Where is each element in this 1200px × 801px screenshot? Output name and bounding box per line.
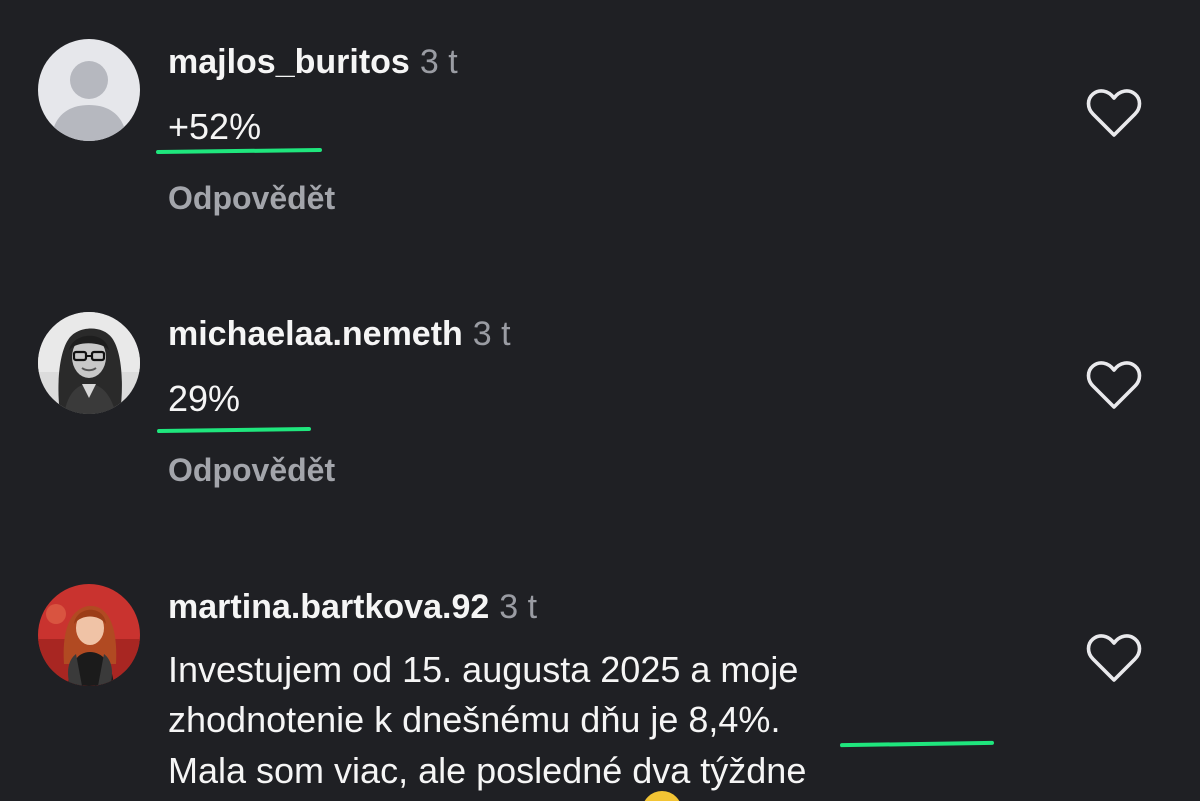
person-silhouette-icon — [38, 39, 140, 141]
comment-text: +52% — [168, 106, 262, 147]
like-button[interactable] — [1085, 360, 1143, 412]
heart-outline-icon — [1086, 361, 1142, 409]
highlight-underline — [839, 740, 995, 748]
reply-button[interactable]: Odpovědět — [168, 178, 335, 218]
avatar[interactable] — [38, 584, 140, 686]
reply-button[interactable]: Odpovědět — [168, 450, 335, 490]
user-photo-icon — [38, 312, 140, 414]
highlight-underline — [155, 147, 323, 155]
username[interactable]: michaelaa.nemeth — [168, 315, 463, 353]
comment-text: 29% — [168, 378, 241, 419]
heart-outline-icon — [1086, 634, 1142, 682]
avatar[interactable] — [38, 312, 140, 414]
user-photo-icon — [38, 584, 140, 686]
comment-header: martina.bartkova.92 3 t — [168, 587, 537, 627]
comment-text-line: zhodnotenie k dnešnému dňu je 8,4%. — [168, 699, 781, 740]
comment-text-line: Investujem od 15. augusta 2025 a moje — [168, 649, 799, 690]
comment-header: michaelaa.nemeth 3 t — [168, 314, 511, 354]
username[interactable]: majlos_buritos — [168, 43, 410, 81]
like-button[interactable] — [1085, 88, 1143, 140]
comment-text-line: Mala som viac, ale posledné dva týždne — [168, 750, 807, 791]
avatar[interactable] — [38, 39, 140, 141]
timestamp: 3 t — [499, 588, 538, 626]
comment-header: majlos_buritos 3 t — [168, 42, 458, 82]
username[interactable]: martina.bartkova.92 — [168, 588, 489, 626]
timestamp: 3 t — [419, 43, 458, 81]
like-button[interactable] — [1085, 633, 1143, 685]
comments-screen: majlos_buritos 3 t +52% Odpovědět michae… — [0, 0, 1200, 801]
heart-outline-icon — [1086, 89, 1142, 137]
timestamp: 3 t — [472, 315, 511, 353]
highlight-underline — [156, 426, 312, 434]
